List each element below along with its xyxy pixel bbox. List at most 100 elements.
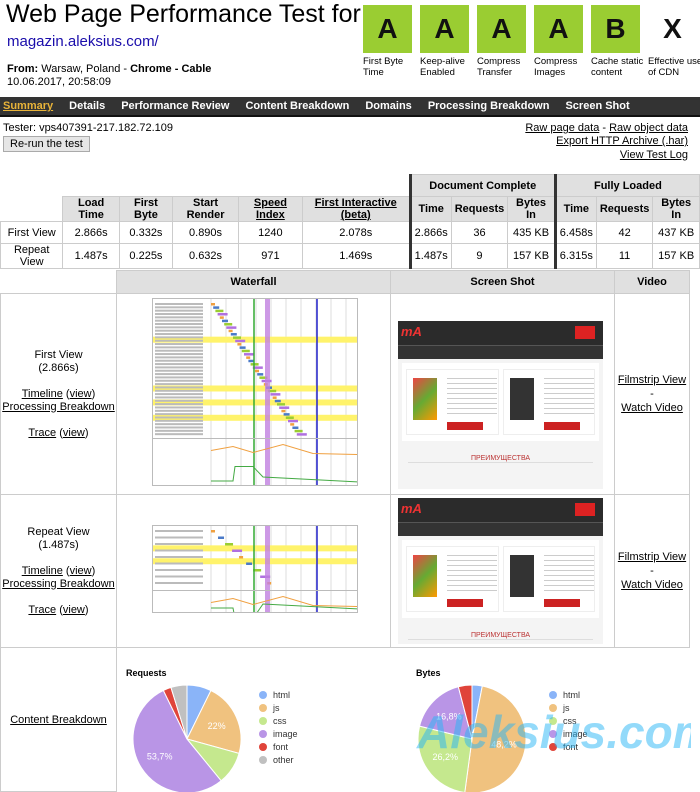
filmstrip-view-link[interactable]: Filmstrip View	[618, 551, 686, 563]
grade-box[interactable]: A	[534, 5, 583, 53]
waterfall-thumbnail[interactable]	[152, 298, 358, 486]
from-label: From:	[7, 63, 39, 75]
dom-marker	[265, 526, 270, 612]
grade-box[interactable]: A	[363, 5, 412, 53]
request-bar	[279, 406, 290, 409]
request-bar	[235, 339, 246, 343]
timeline-view-link[interactable]: view	[70, 565, 92, 577]
nav-tab-details[interactable]: Details	[69, 100, 105, 112]
nav-tab-summary[interactable]: Summary	[3, 100, 53, 112]
watch-video-link[interactable]: Watch Video	[621, 402, 683, 414]
grade-box[interactable]: A	[420, 5, 469, 53]
column-header: Start Render	[172, 196, 240, 222]
view-test-log-link[interactable]: View Test Log	[620, 149, 688, 161]
table-row: First View 2.866s 0.332s 0.890s 1240 2.078s 2.…	[0, 221, 700, 244]
raw-links: Raw page data - Raw object data	[525, 122, 688, 134]
request-bar	[292, 426, 299, 429]
site-header: mA	[398, 498, 603, 522]
product-card	[502, 546, 595, 612]
column-header: First Byte	[118, 196, 174, 222]
chart-title: Requests	[126, 668, 167, 678]
grade-label: Cache static content	[591, 56, 644, 78]
legend-swatch	[259, 691, 267, 699]
cell-value: 36	[450, 221, 509, 244]
waterfall-thumbnail[interactable]	[152, 525, 358, 613]
slice-label: 53,7%	[147, 751, 173, 761]
rerun-test-button[interactable]: Re-run the test	[3, 136, 90, 152]
trace-view-link[interactable]: view	[63, 427, 85, 439]
timeline-link[interactable]: Timeline	[22, 388, 63, 400]
filmstrip-view-link[interactable]: Filmstrip View	[618, 374, 686, 386]
connection: Cable	[181, 63, 212, 75]
site-cta	[575, 503, 595, 516]
cell-value: 1.487s	[62, 243, 120, 269]
column-header: Requests	[450, 196, 509, 222]
legend-swatch	[259, 704, 267, 712]
nav-tab-domains[interactable]: Domains	[365, 100, 411, 112]
column-header[interactable]: First Interactive (beta)	[301, 196, 411, 222]
site-logo: mA	[401, 501, 422, 516]
cell-value: 42	[595, 221, 654, 244]
nav-tab-content-breakdown[interactable]: Content Breakdown	[245, 100, 349, 112]
cell-value: 2.866s	[408, 221, 452, 244]
legend-label: font	[273, 742, 289, 752]
processing-breakdown-link[interactable]: Processing Breakdown	[2, 401, 115, 413]
watch-video-link[interactable]: Watch Video	[621, 579, 683, 591]
request-bar	[211, 530, 215, 533]
grade-label: Effective use of CDN	[648, 56, 700, 78]
request-bar	[219, 316, 224, 319]
cell-value: 157 KB	[652, 243, 700, 269]
request-bar	[232, 549, 243, 552]
column-header[interactable]: Speed Index	[238, 196, 303, 222]
export-har-link[interactable]: Export HTTP Archive (.har)	[556, 135, 688, 147]
tested-url-link[interactable]: magazin.aleksius.com/	[7, 33, 159, 50]
request-bar	[215, 309, 224, 313]
request-bar	[246, 562, 253, 565]
test-from: From: Warsaw, Poland - Chrome - Cable	[7, 63, 211, 75]
fully-loaded-header: Fully Loaded	[553, 174, 700, 197]
request-bar	[290, 423, 295, 426]
request-bar	[285, 416, 294, 419]
legend-swatch	[259, 730, 267, 738]
screenshot-cell: mA ПРЕИМУЩЕСТВА	[390, 494, 615, 648]
column-header: Bytes In	[507, 196, 556, 222]
first-view-row: First View (2.866s) Timeline (view) Proc…	[0, 293, 690, 495]
screenshot-thumbnail[interactable]: mA ПРЕИМУЩЕСТВА	[398, 321, 603, 489]
nav-tab-screen-shot[interactable]: Screen Shot	[565, 100, 629, 112]
nav-tab-processing-breakdown[interactable]: Processing Breakdown	[428, 100, 550, 112]
request-bar	[241, 349, 250, 353]
cell-value: 6.458s	[553, 221, 597, 244]
trace-view-link[interactable]: view	[63, 604, 85, 616]
grade-box[interactable]: X	[648, 5, 697, 53]
row-label: First View	[0, 221, 64, 244]
sep: -	[171, 63, 182, 75]
column-header: Bytes In	[652, 196, 700, 222]
cell-value: 1.487s	[408, 243, 452, 269]
request-bar	[246, 356, 251, 359]
cell-value: 2.078s	[301, 221, 411, 244]
legend-label: other	[273, 755, 294, 765]
bandwidth-graph	[211, 603, 357, 612]
raw-object-data-link[interactable]: Raw object data	[609, 122, 688, 134]
test-date: 10.06.2017, 20:58:09	[7, 76, 111, 88]
request-bar	[296, 433, 307, 436]
grade-box[interactable]: B	[591, 5, 640, 53]
timeline-link[interactable]: Timeline	[22, 565, 63, 577]
request-bar	[222, 319, 228, 323]
trace-link[interactable]: Trace	[28, 604, 56, 616]
grade-box[interactable]: A	[477, 5, 526, 53]
site-cta	[575, 326, 595, 339]
video-cell: Filmstrip View - Watch Video	[614, 293, 690, 495]
column-header: Time	[408, 196, 452, 222]
column-header: Time	[553, 196, 597, 222]
trace-link[interactable]: Trace	[28, 427, 56, 439]
timeline-view-link[interactable]: view	[70, 388, 92, 400]
screenshot-thumbnail[interactable]: mA ПРЕИМУЩЕСТВА	[398, 498, 603, 644]
raw-page-data-link[interactable]: Raw page data	[525, 122, 599, 134]
cell-value: 11	[595, 243, 654, 269]
processing-breakdown-link[interactable]: Processing Breakdown	[2, 578, 115, 590]
content-breakdown-link[interactable]: Content Breakdown	[10, 714, 107, 726]
nav-tab-performance-review[interactable]: Performance Review	[121, 100, 229, 112]
request-bar	[244, 353, 254, 356]
legend-swatch	[259, 717, 267, 725]
